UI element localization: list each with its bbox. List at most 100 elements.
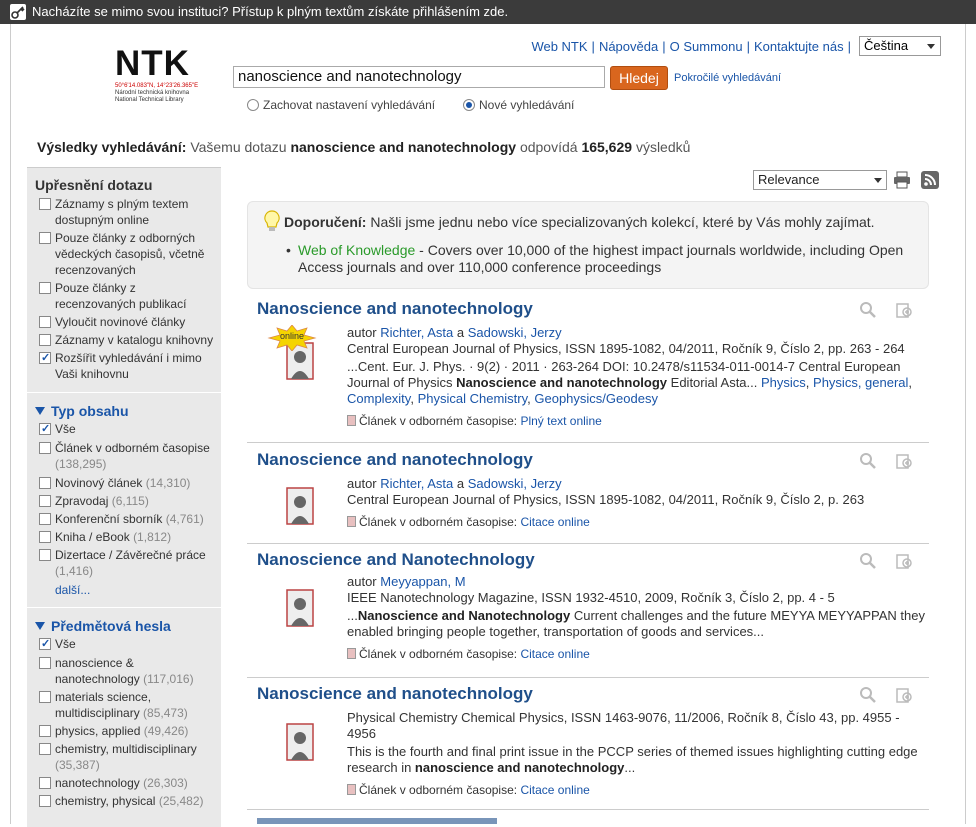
result-title[interactable]: Nanoscience and nanotechnology: [257, 684, 533, 704]
link-separator: |: [847, 38, 851, 54]
checkbox[interactable]: [39, 657, 51, 669]
checkbox[interactable]: [39, 795, 51, 807]
subject-item[interactable]: nanotechnology (26,303): [27, 775, 221, 791]
radio-keep-dot[interactable]: [247, 99, 259, 111]
type-book[interactable]: Kniha / eBook (1,812): [27, 529, 221, 545]
magnify-icon[interactable]: [859, 686, 877, 704]
sort-value: Relevance: [758, 172, 820, 187]
save-citation-icon[interactable]: [895, 552, 915, 570]
refine-catalog[interactable]: Záznamy v katalogu knihovny: [27, 332, 221, 348]
checkbox[interactable]: [39, 350, 51, 366]
subject-link[interactable]: Physics: [761, 375, 806, 390]
subject-link[interactable]: Complexity: [347, 391, 410, 406]
save-citation-icon[interactable]: [895, 686, 915, 704]
magnify-icon[interactable]: [859, 301, 877, 319]
subject-all[interactable]: Vše: [27, 636, 221, 652]
advanced-search-link[interactable]: Pokročilé vyhledávání: [674, 72, 781, 84]
checkbox[interactable]: [39, 421, 51, 437]
sort-select[interactable]: Relevance: [753, 170, 887, 190]
refine-title: Upřesnění dotazu: [35, 177, 153, 193]
checkbox[interactable]: [39, 282, 51, 294]
search-input[interactable]: nanoscience and nanotechnology: [233, 66, 605, 88]
radio-new-dot[interactable]: [463, 99, 475, 111]
radio-keep-settings[interactable]: Zachovat nastavení vyhledávání: [247, 98, 435, 112]
type-label: Článek v odborném časopise:: [359, 515, 518, 529]
checkbox[interactable]: [39, 442, 51, 454]
content-type-title[interactable]: Typ obsahu: [27, 393, 221, 419]
refine-fulltext[interactable]: Záznamy s plným textem dostupným online: [27, 196, 221, 228]
checkbox[interactable]: [39, 636, 51, 652]
search-button[interactable]: Hledej: [610, 66, 668, 90]
checkbox[interactable]: [39, 198, 51, 210]
print-icon[interactable]: [893, 171, 911, 189]
type-journal-article[interactable]: Článek v odborném časopise (138,295): [27, 440, 221, 472]
refine-peer-reviewed[interactable]: Pouze články z recenzovaných publikací: [27, 280, 221, 312]
institution-login-message[interactable]: Nacházíte se mimo svou instituci? Přístu…: [32, 4, 508, 19]
result-thumbnail[interactable]: [279, 716, 317, 762]
result-item: Nanoscience and nanotechnology autor Ric…: [247, 450, 929, 544]
checkbox[interactable]: [39, 531, 51, 543]
checkbox[interactable]: [39, 513, 51, 525]
save-citation-icon[interactable]: [895, 301, 915, 319]
author-link[interactable]: Sadowski, Jerzy: [468, 325, 562, 340]
author-link[interactable]: Meyyappan, M: [380, 574, 465, 589]
save-citation-icon[interactable]: [895, 452, 915, 470]
result-title[interactable]: Nanoscience and nanotechnology: [257, 450, 533, 470]
subject-title[interactable]: Předmětová hesla: [27, 608, 221, 634]
ntk-logo[interactable]: NTK 50°6'14.083"N, 14°23'26.365"E Národn…: [115, 46, 225, 106]
subject-link[interactable]: Physics, general: [813, 375, 908, 390]
subject-item[interactable]: materials science, multidisciplinary (85…: [27, 689, 221, 721]
type-newspaper[interactable]: Novinový článek (14,310): [27, 475, 221, 491]
refine-scholarly[interactable]: Pouze články z odborných vědeckých časop…: [27, 230, 221, 278]
checkbox[interactable]: [39, 725, 51, 737]
author-link[interactable]: Richter, Asta: [380, 325, 453, 340]
link-contact[interactable]: Kontaktujte nás: [754, 39, 844, 54]
more-types-link[interactable]: další...: [27, 583, 221, 597]
radio-new-search[interactable]: Nové vyhledávání: [463, 98, 574, 112]
institution-login-bar[interactable]: Nacházíte se mimo svou instituci? Přístu…: [0, 0, 976, 24]
language-select[interactable]: Čeština: [859, 36, 941, 56]
subject-link[interactable]: Physical Chemistry: [418, 391, 528, 406]
subject-item[interactable]: chemistry, multidisciplinary (35,387): [27, 741, 221, 773]
subject-item[interactable]: nanoscience & nanotechnology (117,016): [27, 655, 221, 687]
rss-icon[interactable]: [921, 171, 939, 189]
type-all[interactable]: Vše: [27, 421, 221, 437]
checkbox[interactable]: [39, 477, 51, 489]
refine-expand[interactable]: Rozšířit vyhledávání i mimo Vaši knihovn…: [27, 350, 221, 382]
type-label: Článek v odborném časopise:: [359, 414, 518, 428]
author-link[interactable]: Richter, Asta: [380, 476, 453, 491]
type-newsletter[interactable]: Zpravodaj (6,115): [27, 493, 221, 509]
fulltext-link[interactable]: Plný text online: [520, 414, 601, 428]
checkbox[interactable]: [39, 232, 51, 244]
checkbox[interactable]: [39, 495, 51, 507]
citation-link[interactable]: Citace online: [520, 647, 589, 661]
checkbox[interactable]: [39, 316, 51, 328]
type-thesis[interactable]: Dizertace / Závěrečné práce (1,416): [27, 547, 221, 579]
magnify-icon[interactable]: [859, 452, 877, 470]
result-title[interactable]: Nanoscience and nanotechnology: [257, 299, 533, 319]
subject-item[interactable]: chemistry, physical (25,482): [27, 793, 221, 809]
refine-exclude-news[interactable]: Vyloučit novinové články: [27, 314, 221, 330]
checkbox[interactable]: [39, 549, 51, 561]
link-web-ntk[interactable]: Web NTK: [531, 39, 587, 54]
result-body: autor Richter, Asta a Sadowski, Jerzy Ce…: [347, 476, 927, 530]
link-about-summon[interactable]: O Summonu: [670, 39, 743, 54]
result-item: Nanoscience and Nanotechnology autor Mey…: [247, 550, 929, 678]
web-of-knowledge-link[interactable]: Web of Knowledge: [298, 242, 415, 258]
checkbox[interactable]: [39, 691, 51, 703]
checkbox[interactable]: [39, 777, 51, 789]
link-help[interactable]: Nápověda: [599, 39, 658, 54]
author-link[interactable]: Sadowski, Jerzy: [468, 476, 562, 491]
citation-link[interactable]: Citace online: [520, 783, 589, 797]
subject-item[interactable]: physics, applied (49,426): [27, 723, 221, 739]
magnify-icon[interactable]: [859, 552, 877, 570]
checkbox[interactable]: [39, 743, 51, 755]
type-conference[interactable]: Konferenční sborník (4,761): [27, 511, 221, 527]
citation-link[interactable]: Citace online: [520, 515, 589, 529]
result-thumbnail[interactable]: [279, 478, 317, 525]
checkbox[interactable]: [39, 334, 51, 346]
result-title[interactable]: Nanoscience and Nanotechnology: [257, 550, 535, 570]
link-separator: |: [746, 38, 750, 54]
subject-link[interactable]: Geophysics/Geodesy: [534, 391, 658, 406]
result-thumbnail[interactable]: [279, 580, 317, 627]
